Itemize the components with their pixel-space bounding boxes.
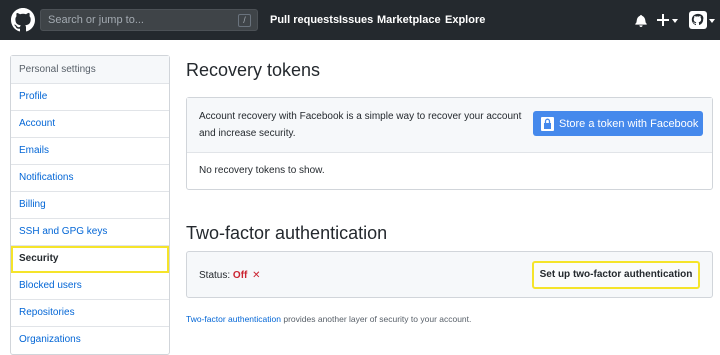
status-value: Off	[232, 270, 248, 281]
avatar[interactable]	[689, 11, 707, 29]
search-input[interactable]: Search or jump to... /	[40, 9, 258, 31]
sidebar-item-emails[interactable]: Emails	[11, 138, 169, 165]
sidebar-heading: Personal settings	[11, 56, 169, 84]
avatar-octocat-icon	[691, 13, 704, 26]
sidebar-item-account[interactable]: Account	[11, 111, 169, 138]
two-factor-box: Status: Off ✕ Set up two-factor authenti…	[186, 251, 713, 298]
two-factor-status: Status: Off ✕	[199, 270, 261, 281]
sidebar-item-billing[interactable]: Billing	[11, 192, 169, 219]
sidebar-item-repositories[interactable]: Repositories	[11, 300, 169, 327]
search-shortcut-key: /	[238, 14, 251, 27]
top-header: Search or jump to... / Pull requests Iss…	[0, 0, 720, 40]
facebook-lock-icon	[541, 116, 554, 131]
two-factor-title: Two-factor authentication	[186, 223, 388, 243]
nav-marketplace[interactable]: Marketplace	[377, 14, 441, 26]
plus-icon[interactable]	[657, 14, 669, 26]
sidebar-item-blocked-users[interactable]: Blocked users	[11, 273, 169, 300]
two-factor-help-link[interactable]: Two-factor authentication	[186, 314, 281, 324]
sidebar-item-security[interactable]: Security	[11, 246, 169, 273]
nav-issues[interactable]: Issues	[339, 14, 373, 26]
caret-down-icon[interactable]	[672, 19, 678, 23]
sidebar-item-ssh-gpg-keys[interactable]: SSH and GPG keys	[11, 219, 169, 246]
settings-sidebar: Personal settings Profile Account Emails…	[10, 55, 170, 355]
status-label: Status:	[199, 270, 231, 281]
sidebar-item-profile[interactable]: Profile	[11, 84, 169, 111]
search-placeholder: Search or jump to...	[48, 14, 144, 26]
setup-two-factor-button[interactable]: Set up two-factor authentication	[532, 261, 700, 289]
store-token-facebook-button[interactable]: Store a token with Facebook	[533, 111, 703, 136]
bell-icon[interactable]	[635, 14, 647, 27]
recovery-tokens-empty: No recovery tokens to show.	[199, 165, 325, 176]
nav-pull-requests[interactable]: Pull requests	[270, 14, 339, 26]
recovery-tokens-header: Account recovery with Facebook is a simp…	[187, 98, 712, 153]
nav-explore[interactable]: Explore	[445, 14, 485, 26]
github-logo-icon[interactable]	[11, 8, 35, 32]
avatar-caret-down-icon[interactable]	[709, 19, 715, 23]
store-token-facebook-label: Store a token with Facebook	[559, 117, 699, 130]
recovery-description: Account recovery with Facebook is a simp…	[199, 111, 522, 139]
sidebar-item-organizations[interactable]: Organizations	[11, 327, 169, 354]
two-factor-note: Two-factor authentication provides anoth…	[186, 314, 471, 324]
recovery-tokens-box: Account recovery with Facebook is a simp…	[186, 97, 713, 190]
recovery-tokens-title: Recovery tokens	[186, 60, 321, 80]
sidebar-item-notifications[interactable]: Notifications	[11, 165, 169, 192]
status-off-x-icon: ✕	[252, 270, 261, 281]
two-factor-note-text: provides another layer of security to yo…	[280, 314, 472, 324]
